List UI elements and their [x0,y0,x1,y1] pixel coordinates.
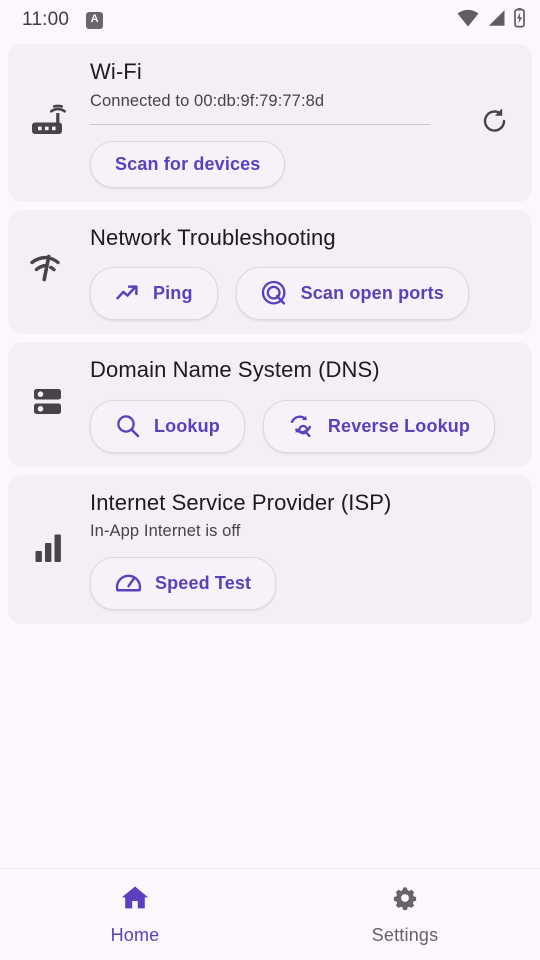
card-network-troubleshooting[interactable]: Network Troubleshooting Ping Scan open p… [8,209,532,335]
card-dns[interactable]: Domain Name System (DNS) Lookup Reverse … [8,342,532,467]
card-isp[interactable]: Internet Service Provider (ISP) In-App I… [8,474,532,625]
card-body-dns: Domain Name System (DNS) Lookup Reverse … [90,342,532,467]
status-bar-right [457,7,526,33]
scan-for-devices-label: Scan for devices [115,153,261,174]
wifi-icon [457,9,479,32]
card-subtitle-wifi: Connected to 00:db:9f:79:77:8d [90,91,325,110]
trending-up-icon [115,281,140,306]
card-leading-wifi [8,44,90,202]
status-clock: 11:00 [22,9,70,30]
card-wifi[interactable]: Wi-Fi Connected to 00:db:9f:79:77:8d Sca… [8,44,532,202]
card-subtitle-isp: In-App Internet is off [90,522,241,540]
search-refresh-icon [288,413,315,440]
status-bar: 11:00 A [0,0,540,40]
card-body-isp: Internet Service Provider (ISP) In-App I… [90,475,532,625]
card-body-wifi: Wi-Fi Connected to 00:db:9f:79:77:8d Sca… [90,44,458,202]
scan-open-ports-label: Scan open ports [300,283,444,303]
speedometer-icon [115,570,142,597]
card-body-network: Network Troubleshooting Ping Scan open p… [90,210,532,335]
scan-open-ports-button[interactable]: Scan open ports [235,267,469,320]
nav-item-settings[interactable]: Settings [270,869,540,960]
refresh-icon[interactable] [480,106,510,139]
card-actions-network: Ping Scan open ports [90,267,532,320]
card-divider-wifi [90,123,430,125]
card-leading-dns [8,342,90,467]
nav-label-home: Home [110,924,160,945]
cell-signal-icon [486,9,506,32]
card-title-wifi: Wi-Fi [90,59,142,84]
lookup-label: Lookup [154,415,220,436]
card-title-dns: Domain Name System (DNS) [90,357,380,382]
nav-item-home[interactable]: Home [0,869,270,960]
ping-label: Ping [153,283,193,303]
reverse-lookup-button[interactable]: Reverse Lookup [262,399,496,453]
card-leading-network [8,210,90,335]
bottom-navigation: Home Settings [0,868,540,960]
home-icon [120,884,150,917]
gear-icon [390,884,420,917]
speed-test-label: Speed Test [155,573,252,593]
nav-label-settings: Settings [371,924,439,945]
target-scan-icon [261,280,288,307]
reverse-lookup-label: Reverse Lookup [327,415,471,436]
card-actions-isp: Speed Test [90,557,532,610]
signal-bars-icon [33,530,65,569]
ping-button[interactable]: Ping [90,267,218,320]
card-title-isp: Internet Service Provider (ISP) [90,489,392,515]
card-trailing-wifi [458,44,532,202]
card-leading-isp [8,475,90,625]
router-icon [29,101,69,144]
notification-badge-icon: A [86,11,104,29]
scan-for-devices-button[interactable]: Scan for devices [90,140,286,188]
card-actions-wifi: Scan for devices [90,140,458,188]
dns-server-icon [31,385,67,424]
card-actions-dns: Lookup Reverse Lookup [90,399,532,453]
card-title-network: Network Troubleshooting [90,224,336,250]
card-list: Wi-Fi Connected to 00:db:9f:79:77:8d Sca… [0,40,540,868]
speed-test-button[interactable]: Speed Test [90,557,277,610]
status-bar-left: 11:00 A [22,9,104,31]
lookup-button[interactable]: Lookup [90,399,245,453]
network-check-icon [29,252,69,291]
battery-charging-icon [513,7,526,33]
search-icon [115,413,141,439]
